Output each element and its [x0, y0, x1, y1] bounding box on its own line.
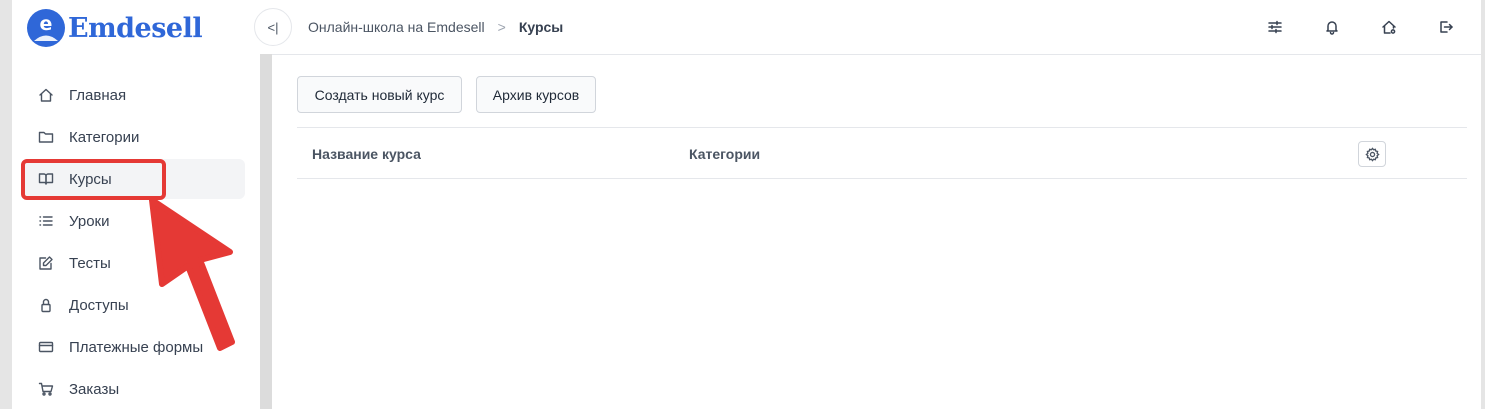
annotation-highlight-box	[21, 159, 166, 200]
sidebar-item-label: Категории	[69, 128, 140, 146]
sidebar-item-label: Доступы	[69, 296, 129, 314]
course-archive-button[interactable]: Архив курсов	[476, 76, 596, 113]
breadcrumb-separator: >	[497, 19, 506, 35]
sliders-icon[interactable]	[1266, 18, 1284, 36]
sidebar-item-categories[interactable]: Категории	[24, 117, 245, 157]
breadcrumb-current: Курсы	[518, 19, 564, 35]
home-settings-icon[interactable]	[1380, 18, 1398, 36]
table-divider-top	[297, 127, 1467, 128]
table-settings-button[interactable]	[1358, 141, 1386, 167]
lock-icon	[37, 296, 55, 314]
logo-text: Emdesell	[68, 12, 203, 44]
logo-letter: e	[40, 13, 53, 35]
logout-icon[interactable]	[1437, 18, 1455, 36]
sidebar-item-orders[interactable]: Заказы	[24, 369, 245, 409]
logo-mark-icon: e	[26, 8, 66, 48]
sidebar-item-label: Заказы	[69, 380, 120, 398]
window-frame-left	[0, 0, 12, 409]
column-header-categories[interactable]: Категории	[689, 146, 760, 162]
app-logo[interactable]: e Emdesell	[26, 8, 203, 48]
breadcrumb: Онлайн-школа на Emdesell > Курсы	[308, 19, 563, 35]
breadcrumb-root-link[interactable]: Онлайн-школа на Emdesell	[308, 19, 485, 35]
sidebar-item-label: Главная	[69, 86, 127, 104]
folder-icon	[37, 128, 55, 146]
sidebar-item-home[interactable]: Главная	[24, 75, 245, 115]
column-header-course-name[interactable]: Название курса	[312, 146, 421, 162]
edit-icon	[37, 254, 55, 272]
home-icon	[37, 86, 55, 104]
bell-icon[interactable]	[1323, 18, 1341, 36]
list-icon	[37, 212, 55, 230]
sidebar-collapse-button[interactable]: <|	[254, 8, 292, 46]
gear-icon	[1364, 146, 1380, 162]
card-icon	[37, 338, 55, 356]
annotation-arrow-icon	[149, 197, 235, 351]
window-frame-right	[1481, 0, 1485, 409]
sidebar-item-label: Тесты	[69, 254, 111, 272]
sidebar-item-label: Уроки	[69, 212, 110, 230]
create-course-button[interactable]: Создать новый курс	[297, 76, 462, 113]
sidebar-scrollbar[interactable]	[260, 54, 272, 409]
cart-icon	[37, 380, 55, 398]
table-divider-bottom	[297, 178, 1467, 179]
